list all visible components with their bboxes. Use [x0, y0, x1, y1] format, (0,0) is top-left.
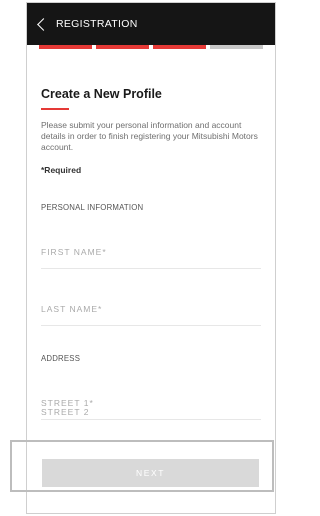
- last-name-input[interactable]: [41, 303, 261, 314]
- progress-step-3: [153, 45, 206, 49]
- top-bar: REGISTRATION: [27, 3, 275, 45]
- first-name-field: [41, 242, 261, 269]
- profile-heading: Create a New Profile: [41, 87, 162, 101]
- progress-step-4: [210, 45, 263, 49]
- page-title: REGISTRATION: [56, 18, 138, 30]
- progress-step-2: [96, 45, 149, 49]
- chevron-left-icon[interactable]: [37, 17, 50, 31]
- step-progress: [27, 45, 275, 49]
- section-personal-information: PERSONAL INFORMATION: [41, 202, 144, 212]
- progress-step-1: [39, 45, 92, 49]
- first-name-input[interactable]: [41, 246, 261, 257]
- section-address: ADDRESS: [41, 353, 81, 363]
- registration-screen: REGISTRATION Create a New Profile Please…: [26, 2, 276, 514]
- profile-description: Please submit your personal information …: [41, 119, 258, 152]
- next-button[interactable]: NEXT: [42, 459, 259, 487]
- heading-underline: [41, 108, 69, 110]
- last-name-field: [41, 299, 261, 326]
- required-note: *Required: [41, 164, 82, 175]
- street-1-input[interactable]: [41, 397, 261, 408]
- form-content: Create a New Profile Please submit your …: [27, 87, 275, 420]
- street-2-input[interactable]: STREET 2: [41, 407, 89, 417]
